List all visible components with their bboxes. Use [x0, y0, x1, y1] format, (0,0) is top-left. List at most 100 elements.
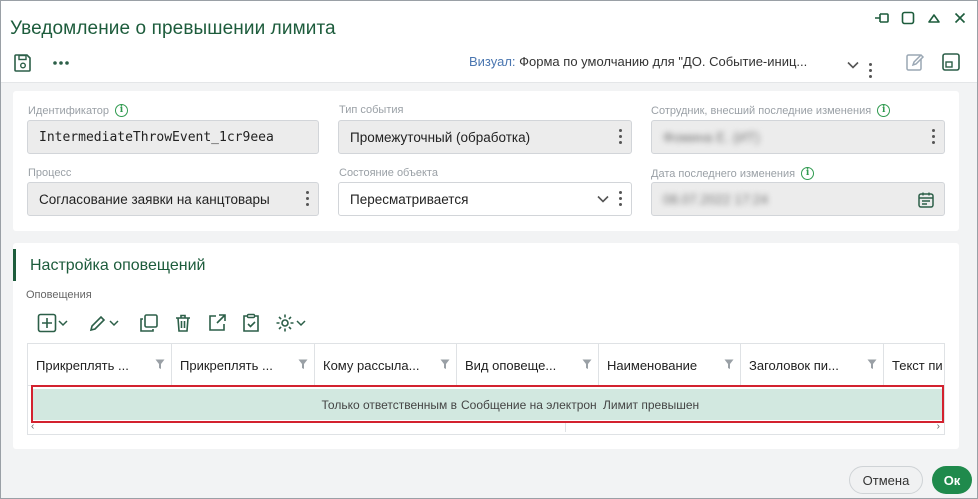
event-type-label: Тип события [339, 104, 403, 116]
dialog-title: Уведомление о превышении лимита [10, 18, 336, 39]
event-type-menu-icon[interactable] [619, 129, 622, 144]
last-change-date-label: Дата последнего изменения i [651, 167, 815, 180]
cancel-button[interactable]: Отмена [849, 466, 923, 494]
maximize-icon[interactable] [899, 9, 917, 27]
table-row[interactable]: Только ответственным в Сообщение на элек… [32, 389, 942, 420]
column-header-label: Кому рассыла... [323, 357, 420, 373]
collapse-icon[interactable] [925, 9, 943, 27]
visual-value: Форма по умолчанию для "ДО. Событие-иниц… [519, 54, 808, 69]
info-icon[interactable]: i [114, 104, 128, 117]
filter-icon[interactable] [724, 358, 734, 373]
grid-label: Оповещения [26, 289, 92, 301]
object-state-label-text: Состояние объекта [339, 167, 438, 179]
process-value: Согласование заявки на канцтовары [39, 191, 270, 207]
last-employee-label: Сотрудник, внесший последние изменения i [651, 104, 891, 117]
last-employee-menu-icon[interactable] [932, 129, 935, 144]
visual-label: Визуал: [469, 54, 516, 69]
table-cell: Лимит превышен [603, 397, 700, 412]
table-cell [745, 389, 883, 420]
identifier-value: IntermediateThrowEvent_1cr9eea [39, 129, 274, 145]
visual-menu-icon[interactable] [869, 53, 872, 78]
notifications-grid: Прикреплять ... Прикреплять ... Кому рас… [27, 343, 945, 435]
last-employee-label-text: Сотрудник, внесший последние изменения [651, 104, 872, 117]
clipboard-check-icon[interactable] [241, 311, 261, 335]
section-accent [13, 249, 16, 281]
column-header[interactable]: Наименование [599, 344, 741, 386]
event-type-value: Промежуточный (обработка) [350, 129, 531, 145]
calendar-icon[interactable] [917, 191, 935, 209]
chevron-down-icon[interactable] [847, 56, 859, 74]
filter-icon[interactable] [582, 358, 592, 373]
object-state-menu-icon[interactable] [619, 191, 622, 206]
window-controls [873, 9, 969, 27]
table-cell [32, 389, 172, 420]
gear-icon[interactable] [275, 311, 306, 335]
column-header[interactable]: Прикреплять ... [28, 344, 172, 386]
event-type-field[interactable]: Промежуточный (обработка) [338, 120, 632, 154]
identifier-label: Идентификатор i [28, 104, 128, 117]
table-cell: Сообщение на электрон [461, 397, 597, 412]
scrollbar-thumb[interactable] [42, 423, 566, 432]
add-icon[interactable] [37, 311, 68, 335]
last-change-date-label-text: Дата последнего изменения [651, 167, 796, 180]
column-header-label: Заголовок пи... [749, 357, 839, 373]
process-menu-icon[interactable] [306, 191, 309, 206]
grid-toolbar [37, 311, 306, 335]
event-type-label-text: Тип события [339, 104, 404, 116]
header-actions [904, 51, 962, 73]
process-field[interactable]: Согласование заявки на канцтовары [27, 182, 319, 216]
last-change-date-value: 08.07.2022 17:24 [663, 191, 769, 207]
object-state-value: Пересматривается [350, 191, 469, 207]
ok-button[interactable]: Ок [932, 466, 972, 494]
table-cell [888, 389, 942, 420]
filter-icon[interactable] [298, 358, 308, 373]
visual-selector[interactable]: Визуал: Форма по умолчанию для "ДО. Собы… [469, 54, 807, 69]
scroll-right-icon[interactable]: › [937, 421, 940, 432]
column-header-label: Текст пи [892, 357, 943, 373]
horizontal-scrollbar[interactable]: ‹ › [28, 421, 944, 434]
column-header[interactable]: Прикреплять ... [172, 344, 315, 386]
general-fields-card: Идентификатор i IntermediateThrowEvent_1… [13, 91, 959, 231]
column-header[interactable]: Вид оповеще... [457, 344, 599, 386]
table-cell: Только ответственным в [321, 397, 457, 412]
column-header[interactable]: Заголовок пи... [741, 344, 884, 386]
column-header[interactable]: Кому рассыла... [315, 344, 457, 386]
pencil-icon[interactable] [88, 311, 119, 335]
column-header-label: Наименование [607, 357, 698, 373]
info-icon[interactable]: i [801, 167, 815, 180]
filter-icon[interactable] [440, 358, 450, 373]
copy-icon[interactable] [139, 311, 159, 335]
last-employee-field[interactable]: Фомина Е. (ИТ) [651, 120, 945, 154]
object-state-select[interactable]: Пересматривается [338, 182, 632, 216]
identifier-label-text: Идентификатор [28, 104, 109, 117]
info-icon[interactable]: i [877, 104, 891, 117]
column-header-label: Прикреплять ... [36, 357, 129, 373]
process-label-text: Процесс [28, 167, 72, 179]
edit-form-icon[interactable] [904, 51, 926, 73]
close-icon[interactable] [951, 9, 969, 27]
delete-icon[interactable] [173, 311, 193, 335]
last-employee-value: Фомина Е. (ИТ) [663, 129, 760, 145]
notifications-card: Настройка оповещений Оповещения Прикрепл… [13, 243, 959, 449]
last-change-date-field[interactable]: 08.07.2022 17:24 [651, 182, 945, 216]
pin-icon[interactable] [873, 9, 891, 27]
table-cell [172, 389, 315, 420]
filter-icon[interactable] [155, 358, 165, 373]
process-label: Процесс [28, 167, 71, 179]
chevron-down-icon[interactable] [597, 191, 609, 206]
panel-layout-icon[interactable] [940, 51, 962, 73]
open-external-icon[interactable] [207, 311, 227, 335]
scroll-left-icon[interactable]: ‹ [31, 421, 34, 432]
dialog-header: Уведомление о превышении лимита Визуал: … [1, 1, 977, 83]
identifier-field[interactable]: IntermediateThrowEvent_1cr9eea [27, 120, 319, 154]
filter-icon[interactable] [867, 358, 877, 373]
form-toolbar [12, 53, 72, 73]
grid-header: Прикреплять ... Прикреплять ... Кому рас… [28, 344, 944, 386]
column-header-label: Вид оповеще... [465, 357, 557, 373]
column-header[interactable]: Текст пи [884, 344, 944, 386]
dialog-window: Уведомление о превышении лимита Визуал: … [0, 0, 978, 499]
column-header-label: Прикреплять ... [180, 357, 273, 373]
object-state-label: Состояние объекта [339, 167, 438, 179]
more-icon[interactable] [50, 53, 72, 73]
save-icon[interactable] [12, 53, 34, 73]
